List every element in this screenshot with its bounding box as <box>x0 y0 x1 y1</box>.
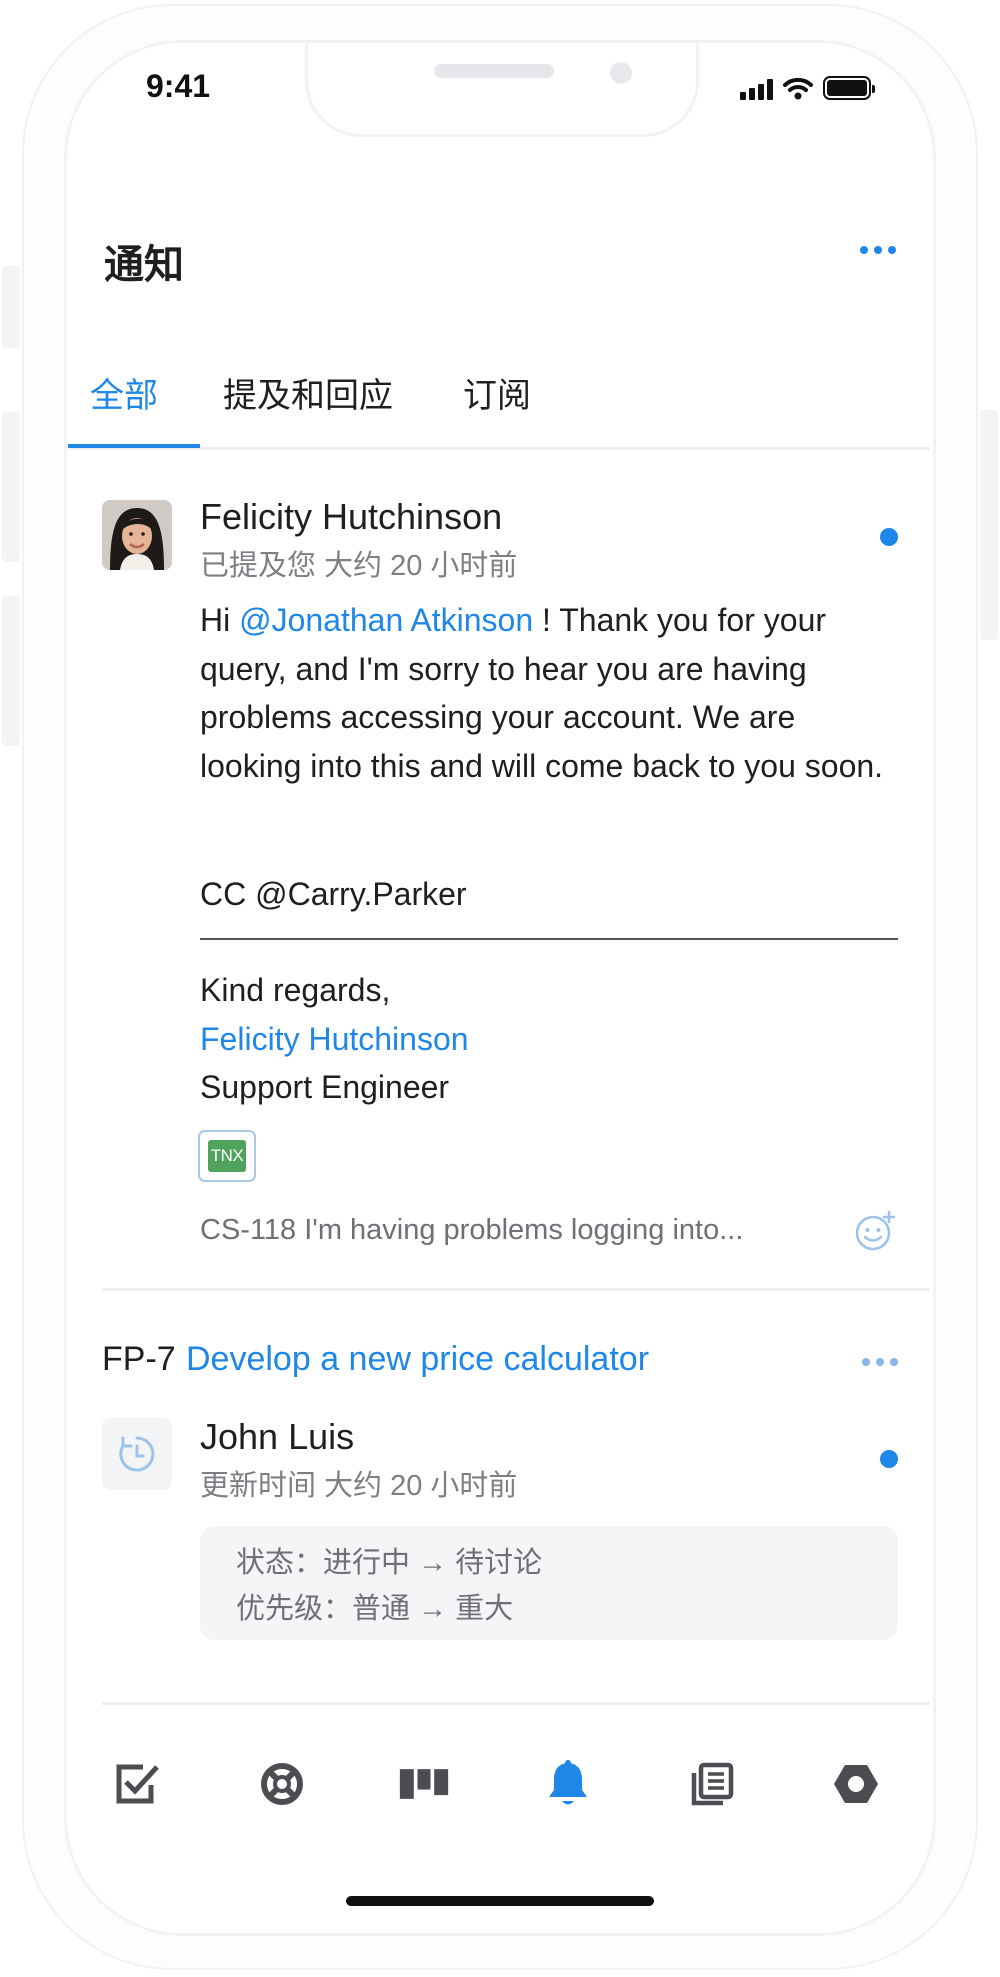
front-camera <box>610 62 632 84</box>
status-icons <box>740 74 875 100</box>
status-change: 状态：进行中 → 待讨论 <box>236 1547 543 1579</box>
unread-dot <box>880 1450 898 1468</box>
wifi-icon <box>783 77 813 100</box>
notification-separator <box>102 1288 930 1291</box>
divider <box>200 938 898 940</box>
notch <box>305 43 699 137</box>
issue-title-link[interactable]: Develop a new price calculator <box>186 1340 649 1379</box>
battery-icon <box>823 76 875 100</box>
side-button <box>2 412 20 562</box>
tab-bar: 全部 提及和回应 订阅 <box>68 360 930 450</box>
cellular-signal-icon <box>740 78 773 100</box>
attachment-thumbnail[interactable]: TNX <box>198 1130 256 1182</box>
tab-mentions-replies[interactable]: 提及和回应 <box>223 368 393 417</box>
board-icon[interactable] <box>398 1758 450 1810</box>
settings-hexagon-icon[interactable] <box>830 1758 882 1810</box>
timer-icon <box>102 1418 172 1490</box>
message-body: Hi @Jonathan Atkinson ! Thank you for yo… <box>200 596 900 790</box>
issue-reference-link[interactable]: CS-118 I'm having problems logging into.… <box>200 1214 743 1247</box>
active-tab-indicator <box>68 444 200 448</box>
knowledge-base-icon[interactable] <box>686 1758 738 1810</box>
signature-name-link[interactable]: Felicity Hutchinson <box>200 1015 469 1064</box>
notification-author: Felicity Hutchinson <box>200 496 503 537</box>
home-indicator[interactable] <box>346 1896 654 1906</box>
status-time: 9:41 <box>146 68 211 104</box>
priority-change: 优先级：普通 → 重大 <box>236 1593 514 1625</box>
tab-subscriptions[interactable]: 订阅 <box>463 368 531 417</box>
notification-author: John Luis <box>200 1416 355 1457</box>
side-button <box>2 596 20 746</box>
bottom-navigation <box>68 1704 930 1864</box>
notification-meta: 已提及您 大约 20 小时前 <box>200 550 518 582</box>
page-title: 通知 <box>104 243 184 287</box>
side-button <box>980 410 998 640</box>
add-emoji-icon[interactable] <box>854 1210 896 1252</box>
signature-closing: Kind regards, <box>200 972 391 1008</box>
checkbox-icon[interactable] <box>112 1758 164 1810</box>
more-horizontal-icon[interactable] <box>860 246 896 254</box>
signature: Kind regards, Felicity Hutchinson Suppor… <box>200 966 469 1112</box>
issue-key: FP-7 <box>102 1340 176 1378</box>
tab-all[interactable]: 全部 <box>90 368 158 417</box>
lifebuoy-icon[interactable] <box>256 1758 308 1810</box>
notification-meta: 更新时间 大约 20 小时前 <box>200 1470 518 1502</box>
side-button <box>2 266 20 348</box>
user-mention-link[interactable]: @Jonathan Atkinson <box>239 602 533 638</box>
unread-dot <box>880 528 898 546</box>
bell-icon[interactable] <box>542 1758 594 1810</box>
avatar[interactable] <box>102 500 172 570</box>
attachment-label: TNX <box>208 1140 246 1172</box>
device-screen <box>64 40 936 1936</box>
message-greeting: Hi <box>200 602 231 638</box>
more-horizontal-icon[interactable] <box>862 1358 898 1366</box>
field-changes: 状态：进行中 → 待讨论 优先级：普通 → 重大 <box>200 1526 898 1640</box>
message-cc: CC @Carry.Parker <box>200 876 467 912</box>
speaker <box>434 64 554 78</box>
signature-role: Support Engineer <box>200 1069 450 1105</box>
